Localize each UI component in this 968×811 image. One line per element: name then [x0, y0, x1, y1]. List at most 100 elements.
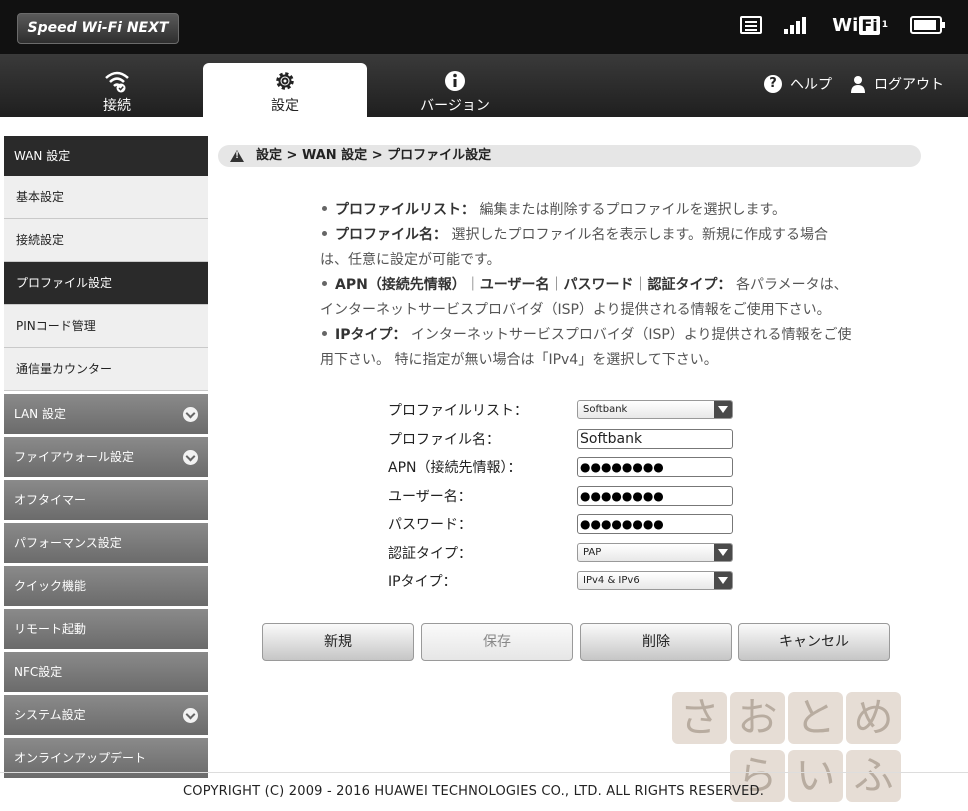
- auth-type-label: 認証タイプ：: [388, 545, 472, 562]
- tab-connection[interactable]: 接続: [35, 63, 199, 117]
- sidebar-item-quick[interactable]: クイック機能: [4, 566, 208, 606]
- wifi-label: Wi: [832, 14, 859, 36]
- logout-label: ログアウト: [874, 77, 944, 93]
- message-icon[interactable]: [740, 16, 763, 34]
- sidebar-subitem-traffic-counter[interactable]: 通信量カウンター: [4, 348, 208, 391]
- chevron-down-icon: [183, 450, 198, 465]
- cancel-button[interactable]: キャンセル: [738, 623, 890, 661]
- warning-icon: [230, 150, 244, 162]
- form-row: 認証タイプ： PAP: [388, 540, 748, 569]
- tab-settings[interactable]: 設定: [203, 63, 367, 117]
- sidebar-item-label: クイック機能: [14, 579, 87, 593]
- sidebar-item-performance[interactable]: パフォーマンス設定: [4, 523, 208, 563]
- form-row: プロファイルリスト： Softbank: [388, 397, 748, 426]
- password-input[interactable]: ●●●●●●●●: [577, 514, 733, 534]
- sidebar-item-label: 接続設定: [16, 233, 65, 247]
- description-text: インターネットサービスプロバイダ（ISP）より提供される情報をご使用下さい。: [320, 302, 831, 318]
- breadcrumb-text: 設定 > WAN 設定 > プロファイル設定: [256, 148, 492, 163]
- separator: ｜: [465, 277, 480, 293]
- sidebar-subitem-basic[interactable]: 基本設定: [4, 176, 208, 219]
- form-row: IPタイプ： IPv4 & IPv6: [388, 568, 748, 597]
- bullet-icon: [322, 281, 327, 286]
- profile-list-value: Softbank: [583, 404, 628, 415]
- ip-type-select[interactable]: IPv4 & IPv6: [577, 571, 733, 590]
- description-item: IPタイプ： インターネットサービスプロバイダ（ISP）より提供される情報をご使…: [320, 323, 868, 373]
- apn-input[interactable]: ●●●●●●●●: [577, 457, 733, 477]
- profile-name-label: プロファイル名：: [388, 431, 500, 448]
- help-icon: ?: [764, 75, 782, 93]
- signal-icon: [784, 16, 810, 34]
- help-description: プロファイルリスト： 編集または削除するプロファイルを選択します。 プロファイル…: [320, 198, 868, 373]
- description-item: APN（接続先情報）｜ユーザー名｜パスワード｜認証タイプ： 各パラメータは、 イン…: [320, 273, 868, 323]
- sidebar-item-label: システム設定: [14, 708, 86, 722]
- tab-settings-label: 設定: [271, 98, 299, 114]
- chevron-down-icon: [183, 708, 198, 723]
- wifi-client-count: 1: [881, 20, 888, 30]
- profile-list-label: プロファイルリスト：: [388, 403, 528, 419]
- profile-name-input[interactable]: Softbank: [577, 428, 733, 449]
- auth-type-select[interactable]: PAP: [577, 542, 733, 562]
- sidebar-item-off-timer[interactable]: オフタイマー: [4, 480, 208, 520]
- gear-icon: [276, 72, 294, 90]
- breadcrumb: 設定 > WAN 設定 > プロファイル設定: [218, 145, 921, 167]
- sidebar-item-label: リモート起動: [14, 622, 87, 636]
- logout-link[interactable]: ログアウト: [850, 74, 944, 94]
- status-bar: Speed Wi-Fi NEXT Wi Fi 1: [0, 0, 968, 54]
- password-label: パスワード：: [388, 517, 472, 533]
- sidebar-item-label: オンラインアップデート: [14, 751, 147, 765]
- form-row: パスワード： ●●●●●●●●: [388, 511, 748, 540]
- profile-list-select[interactable]: Softbank: [577, 400, 733, 419]
- tab-connection-label: 接続: [103, 98, 131, 114]
- sidebar-item-remote-wake[interactable]: リモート起動: [4, 609, 208, 649]
- watermark-char: ふ: [846, 750, 901, 802]
- apn-label: APN（接続先情報）：: [388, 460, 522, 476]
- copyright: COPYRIGHT (C) 2009 - 2016 HUAWEI TECHNOL…: [183, 784, 765, 799]
- sidebar-item-lan[interactable]: LAN 設定: [4, 394, 208, 434]
- sidebar-item-wan-settings[interactable]: WAN 設定: [4, 136, 208, 176]
- description-term: プロファイル名：: [335, 227, 447, 243]
- tab-version[interactable]: バージョン: [373, 63, 537, 117]
- separator: ｜: [549, 277, 564, 293]
- description-term: プロファイルリスト：: [335, 202, 475, 218]
- description-text: 選択したプロファイル名を表示します。新規に作成する場合: [447, 227, 829, 243]
- sidebar-subitem-profile[interactable]: プロファイル設定: [4, 262, 208, 305]
- wifi-status-icon: Wi Fi 1: [832, 15, 888, 36]
- tab-version-label: バージョン: [420, 98, 490, 114]
- sidebar-item-system[interactable]: システム設定: [4, 695, 208, 735]
- form-row: APN（接続先情報）： ●●●●●●●●: [388, 454, 748, 483]
- info-icon: [445, 71, 465, 91]
- separator: ｜: [633, 277, 648, 293]
- sidebar-item-label: パフォーマンス設定: [14, 536, 122, 550]
- sidebar-item-label: LAN 設定: [14, 407, 66, 421]
- sidebar-item-nfc[interactable]: NFC設定: [4, 652, 208, 692]
- sidebar-item-firewall[interactable]: ファイアウォール設定: [4, 437, 208, 477]
- nav-right-links: ? ヘルプ ログアウト: [746, 74, 944, 94]
- save-button[interactable]: 保存: [421, 623, 573, 661]
- bullet-icon: [322, 331, 327, 336]
- description-term: 認証タイプ：: [647, 277, 732, 293]
- watermark-char: お: [730, 692, 785, 744]
- sidebar-item-label: 通信量カウンター: [16, 362, 113, 376]
- username-input[interactable]: ●●●●●●●●: [577, 485, 733, 506]
- footer-divider: [0, 772, 968, 773]
- help-label: ヘルプ: [790, 77, 832, 93]
- dropdown-arrow-icon: [714, 543, 732, 561]
- sidebar-item-label: ファイアウォール設定: [14, 450, 135, 464]
- bullet-icon: [322, 206, 327, 211]
- sidebar-subitem-pin[interactable]: PINコード管理: [4, 305, 208, 348]
- sidebar-item-label: NFC設定: [14, 665, 63, 679]
- new-button[interactable]: 新規: [262, 623, 414, 661]
- sidebar-item-label: オフタイマー: [14, 493, 87, 507]
- help-link[interactable]: ? ヘルプ: [764, 74, 832, 94]
- description-text: 編集または削除するプロファイルを選択します。: [475, 202, 787, 218]
- delete-button[interactable]: 削除: [580, 623, 732, 661]
- description-term: パスワード: [563, 277, 634, 293]
- wifi-icon: [105, 71, 129, 93]
- sidebar-subitem-connection[interactable]: 接続設定: [4, 219, 208, 262]
- ip-type-label: IPタイプ：: [388, 574, 457, 590]
- sidebar-item-label: プロファイル設定: [16, 276, 113, 290]
- description-term: ユーザー名: [479, 277, 550, 293]
- description-text: は、任意に設定が可能です。: [320, 252, 501, 268]
- description-text: 用下さい。 特に指定が無い場合は「IPv4」を選択して下さい。: [320, 352, 718, 368]
- sidebar-item-label: WAN 設定: [14, 149, 71, 163]
